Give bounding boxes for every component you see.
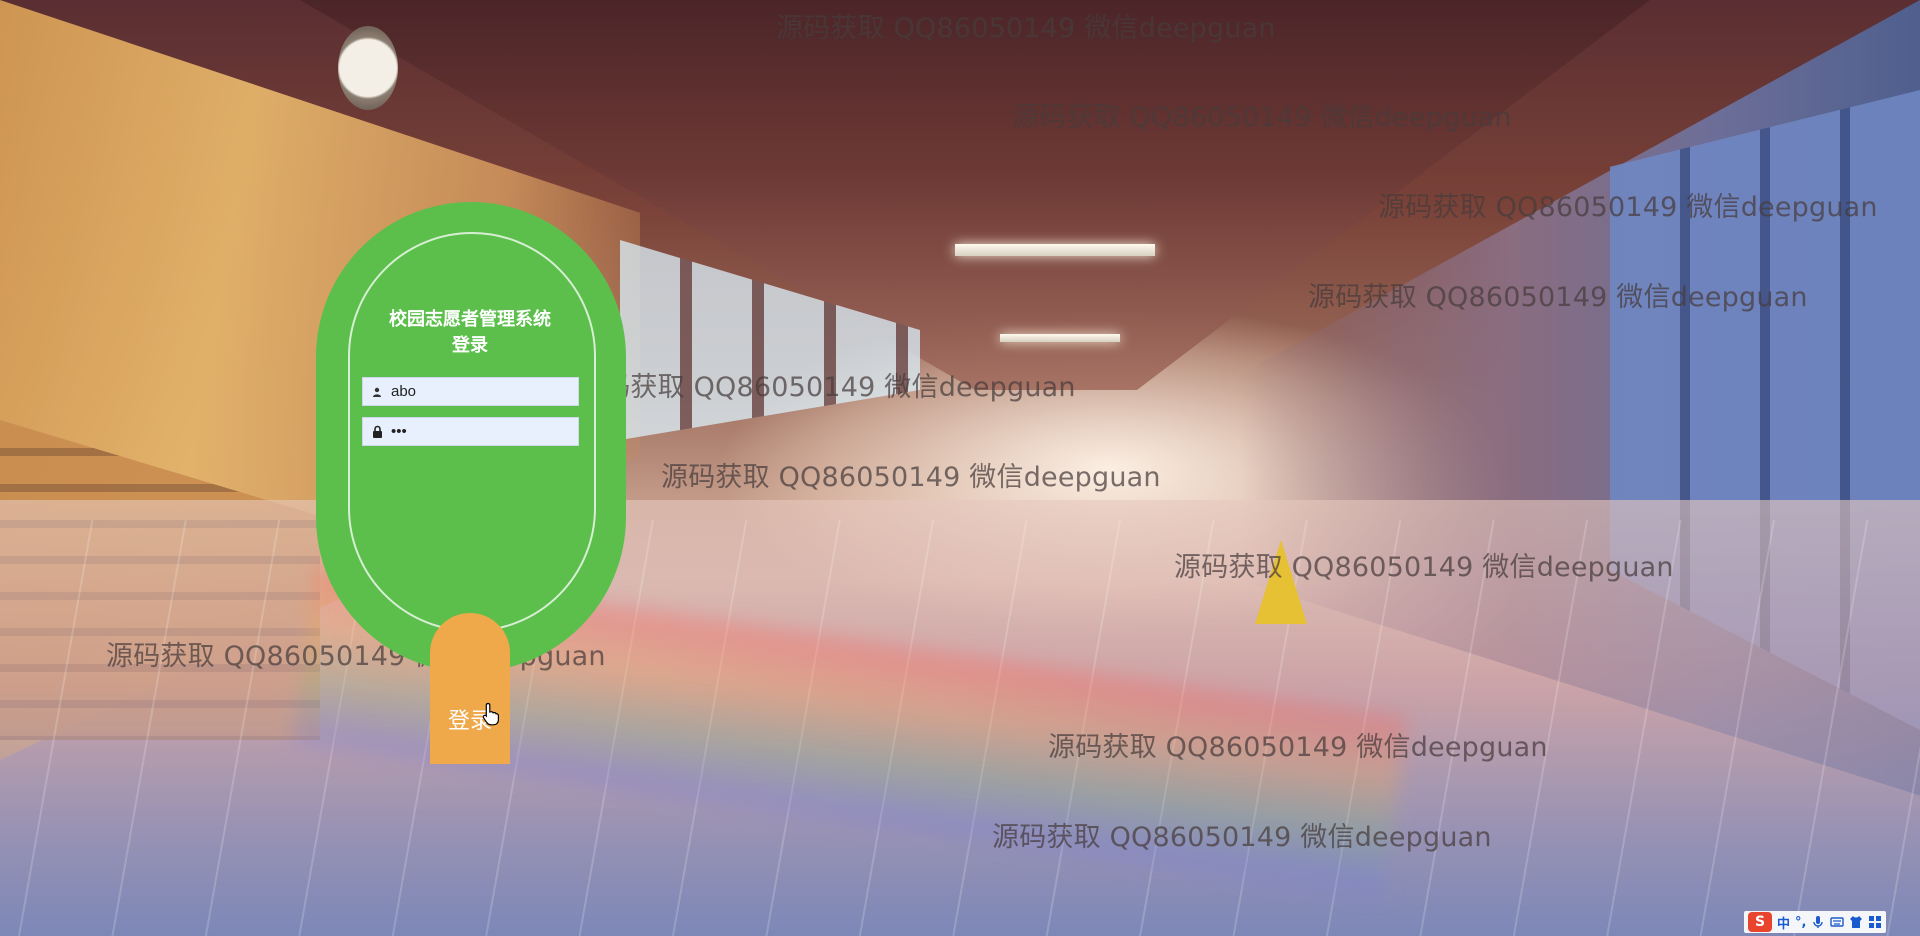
- watermark: 源码获取 QQ86050149 微信deepguan: [1378, 192, 1878, 223]
- keyboard-icon[interactable]: [1830, 915, 1845, 929]
- hand-cursor-icon: [482, 702, 500, 731]
- lock-icon: [363, 418, 391, 445]
- watermark: 源码获取 QQ86050149 微信deepguan: [1308, 282, 1808, 313]
- watermark: 源码获取 QQ86050149 微信deepguan: [661, 462, 1161, 493]
- watermark: 源码获取 QQ86050149 微信deepguan: [1048, 732, 1548, 763]
- grid-icon[interactable]: [1868, 915, 1882, 929]
- ime-toolbar[interactable]: S 中 °,: [1744, 911, 1887, 933]
- watermark: 源码获取 QQ86050149 微信deepguan: [776, 13, 1276, 44]
- mic-icon[interactable]: [1811, 915, 1825, 929]
- wall-clock: [338, 26, 398, 110]
- login-title: 校园志愿者管理系统登录: [389, 309, 551, 355]
- ime-punctuation-toggle[interactable]: °,: [1795, 915, 1806, 930]
- watermark: 源码获取 QQ86050149 微信deepguan: [992, 822, 1492, 853]
- username-field[interactable]: [362, 377, 579, 406]
- watermark: 源码获取 QQ86050149 微信deepguan: [1174, 552, 1674, 583]
- shirt-icon[interactable]: [1849, 915, 1863, 929]
- password-field[interactable]: [362, 417, 579, 446]
- ceiling-light: [955, 244, 1155, 256]
- ceiling-light: [1000, 334, 1120, 342]
- username-input[interactable]: [391, 378, 571, 405]
- password-input[interactable]: [391, 418, 571, 445]
- ime-mode-toggle[interactable]: 中: [1777, 913, 1790, 932]
- user-icon: [363, 378, 391, 405]
- login-button[interactable]: 登录: [430, 613, 510, 764]
- watermark: 源码获取 QQ86050149 微信deepguan: [1012, 102, 1512, 133]
- watermark: 源码获取 QQ86050149 微信deepguan: [576, 372, 1076, 403]
- sogou-logo-icon[interactable]: S: [1748, 912, 1772, 932]
